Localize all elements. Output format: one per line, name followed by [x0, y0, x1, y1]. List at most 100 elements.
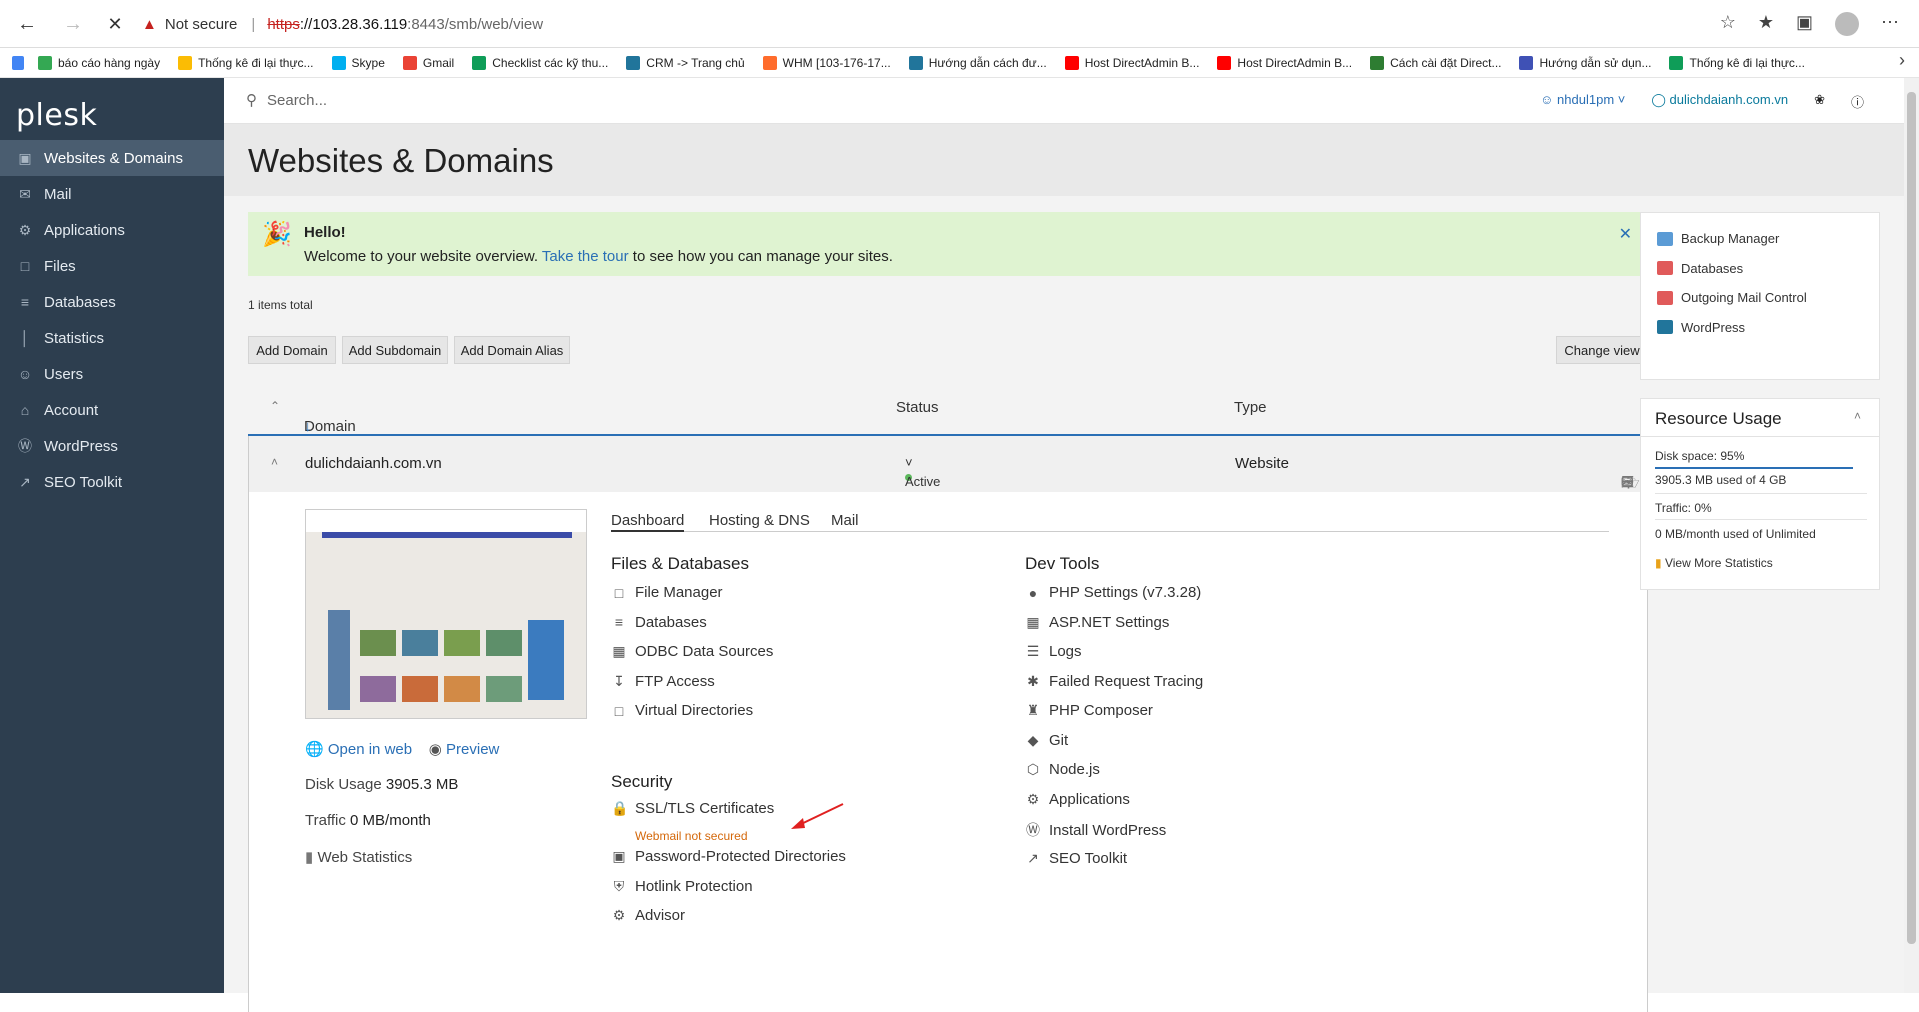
sidebar-item-wordpress[interactable]: Ⓦ WordPress	[0, 428, 224, 464]
site-thumbnail[interactable]	[305, 509, 587, 719]
sidebar-item-seo-toolkit[interactable]: ↗ SEO Toolkit	[0, 464, 224, 500]
php-composer-link[interactable]: ♜ PHP Composer	[1025, 702, 1153, 719]
status-badge[interactable]: Active ˅	[905, 455, 940, 489]
node-js-link[interactable]: ⬡ Node.js	[1025, 761, 1100, 778]
url-scheme: https	[267, 15, 300, 33]
bookmark-item[interactable]: Gmail	[402, 55, 454, 70]
back-icon[interactable]: ←	[16, 13, 38, 35]
advisor-link[interactable]: ⚙ Advisor	[611, 907, 685, 924]
sidebar-item-mail[interactable]: ✉ Mail	[0, 176, 224, 212]
php-settings-v7-3-28-link[interactable]: ● PHP Settings (v7.3.28)	[1025, 584, 1202, 601]
tab-hosting-dns[interactable]: Hosting & DNS	[709, 512, 810, 532]
sidebar-item-account[interactable]: ⌂ Account	[0, 392, 224, 428]
tab-mail[interactable]: Mail	[831, 512, 859, 532]
domain-selector[interactable]: ◯ dulichdaianh.com.vn	[1651, 92, 1788, 111]
seo-toolkit-link[interactable]: ↗ SEO Toolkit	[1025, 850, 1127, 867]
extensions-icon[interactable]: ❀	[1814, 92, 1825, 111]
virtual-directory-icon: □	[614, 702, 624, 719]
favorites-icon[interactable]: ★	[1758, 12, 1774, 36]
apps-icon[interactable]	[12, 55, 24, 70]
databaseslink[interactable]: Databases	[1657, 261, 1743, 276]
sidebar-item-databases[interactable]: ≡ Databases	[0, 284, 224, 320]
resource-usage-box: Resource Usage ˄ Disk space: 95% 3905.3 …	[1640, 398, 1880, 590]
page-scrollbar[interactable]	[1904, 78, 1919, 993]
virtual-directories-link[interactable]: □ Virtual Directories	[611, 702, 753, 719]
add-domain-alias-button[interactable]: Add Domain Alias	[454, 336, 570, 364]
asp-net-settings-link[interactable]: ▦ ASP.NET Settings	[1025, 614, 1169, 631]
forward-icon[interactable]: →	[62, 13, 84, 35]
failed-request-tracing-link[interactable]: ✱ Failed Request Tracing	[1025, 673, 1203, 690]
bookmark-item[interactable]: báo cáo hàng ngày	[38, 55, 160, 70]
take-tour-link[interactable]: Take the tour	[542, 248, 629, 265]
security-heading: Security	[611, 772, 673, 791]
add-subdomain-button[interactable]: Add Subdomain	[342, 336, 448, 364]
sidebar-item-websites-domains[interactable]: ▣ Websites & Domains	[0, 140, 224, 176]
profile-avatar[interactable]	[1835, 12, 1859, 36]
view-more-statistics-link[interactable]: ▮ View More Statistics	[1655, 556, 1773, 570]
favorite-star-icon[interactable]: ☆	[1720, 12, 1736, 36]
url-host: ://103.28.36.119	[299, 15, 408, 33]
bookmark-item[interactable]: Hướng dẫn cách đư...	[908, 55, 1047, 70]
sidebar-item-label: Users	[44, 365, 84, 383]
chevron-up-icon[interactable]: ˄	[271, 455, 278, 469]
tracing-icon: ✱	[1027, 672, 1039, 689]
bookmark-item[interactable]: Hướng dẫn sử dụn...	[1519, 55, 1651, 70]
logs-link[interactable]: ☰ Logs	[1025, 643, 1082, 660]
wordpresslink[interactable]: WordPress	[1657, 320, 1745, 335]
outgoing-mail-icon	[1657, 290, 1673, 305]
git-link[interactable]: ◆ Git	[1025, 732, 1069, 749]
search-input[interactable]: ⚲ Search...	[246, 91, 327, 109]
chevron-right-icon[interactable]: ›	[1899, 50, 1905, 71]
install-wordpress-link[interactable]: Ⓦ Install WordPress	[1025, 820, 1166, 840]
more-vertical-icon[interactable]: ⋮	[1621, 473, 1636, 491]
more-icon[interactable]: ⋯	[1881, 12, 1899, 36]
user-menu[interactable]: ☺ nhdul1pm ˅	[1540, 92, 1625, 111]
bookmark-item[interactable]: Checklist các kỹ thu...	[472, 55, 608, 70]
bookmark-item[interactable]: Cách cài đặt Direct...	[1370, 55, 1501, 70]
databases-link[interactable]: ≡ Databases	[611, 614, 707, 631]
table-header: ⌃ Domain name ↓ Status Type	[248, 380, 1648, 452]
open-in-web-link[interactable]: 🌐 Open in web	[305, 741, 412, 758]
file-manager-link[interactable]: □ File Manager	[611, 584, 723, 601]
bookmark-item[interactable]: Host DirectAdmin B...	[1217, 55, 1352, 70]
stop-icon[interactable]: ✕	[104, 13, 126, 35]
bookmark-item[interactable]: Thống kê đi lại thực...	[178, 55, 314, 70]
chevron-up-icon[interactable]: ˄	[1854, 409, 1861, 423]
sidebar-item-files[interactable]: □ Files	[0, 248, 224, 284]
address-bar[interactable]: ▲ Not secure | https://103.28.36.119:844…	[142, 9, 1702, 39]
bookmark-item[interactable]: Skype	[331, 55, 385, 70]
close-icon[interactable]: ✕	[1619, 224, 1632, 244]
change-view-button[interactable]: Change view	[1556, 336, 1648, 364]
monitor-icon: ▣	[18, 149, 32, 166]
bookmark-item[interactable]: Thống kê đi lại thực...	[1669, 55, 1805, 70]
disk-space-percent: Disk space: 95%	[1655, 449, 1745, 463]
chart-icon: │	[20, 330, 30, 346]
sidebar-item-users[interactable]: ☺ Users	[0, 356, 224, 392]
bookmark-icon	[178, 55, 193, 70]
ftp-access-link[interactable]: ↧ FTP Access	[611, 673, 715, 690]
aspnet-icon: ▦	[1026, 613, 1040, 630]
domain-name-link[interactable]: dulichdaianh.com.vn	[305, 455, 442, 472]
preview-link[interactable]: ◉ Preview	[429, 741, 500, 758]
bookmark-item[interactable]: CRM -> Trang chủ	[626, 55, 745, 70]
sidebar-item-applications[interactable]: ⚙ Applications	[0, 212, 224, 248]
applications-link[interactable]: ⚙ Applications	[1025, 791, 1130, 808]
ssl-certificates-link[interactable]: 🔒 SSL/TLS Certificates	[611, 800, 774, 817]
topbar: ⚲ Search... ☺ nhdul1pm ˅ ◯ dulichdaianh.c…	[224, 78, 1904, 124]
tab-dashboard[interactable]: Dashboard	[611, 512, 685, 532]
odbc-data-sources-link[interactable]: ▦ ODBC Data Sources	[611, 643, 773, 660]
bookmark-item[interactable]: WHM [103-176-17...	[762, 55, 891, 70]
sidebar-item-statistics[interactable]: │ Statistics	[0, 320, 224, 356]
database-icon	[1657, 261, 1673, 275]
outgoing-mail-controllink[interactable]: Outgoing Mail Control	[1657, 290, 1807, 305]
bookmark-item[interactable]: Host DirectAdmin B...	[1064, 55, 1199, 70]
backup-managerlink[interactable]: Backup Manager	[1657, 231, 1779, 246]
web-statistics-link[interactable]: ▮ Web Statistics	[305, 848, 412, 866]
add-domain-button[interactable]: Add Domain	[248, 336, 336, 364]
database-icon: ≡	[614, 614, 624, 630]
help-icon[interactable]: ⓘ	[1851, 92, 1864, 111]
collapse-all-icon[interactable]: ⌃	[270, 399, 280, 413]
password-protected-directories-link[interactable]: ▣ Password-Protected Directories	[611, 848, 846, 865]
hotlink-protection-link[interactable]: ⛨ Hotlink Protection	[611, 878, 753, 895]
collections-icon[interactable]: ▣	[1796, 12, 1813, 36]
